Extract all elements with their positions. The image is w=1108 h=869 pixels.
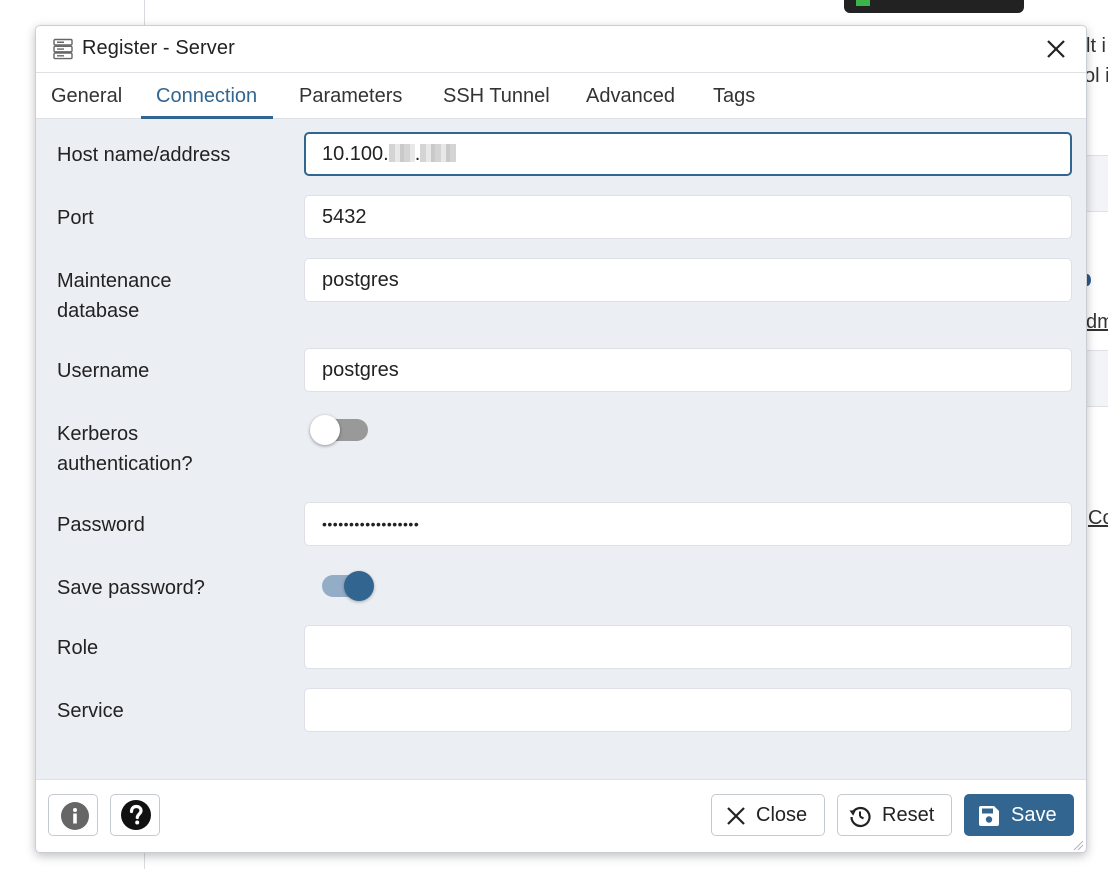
redacted-block: [420, 144, 457, 162]
resize-grip-icon[interactable]: [1072, 839, 1084, 851]
background-text-fragment: lt i: [1086, 35, 1106, 57]
reset-button[interactable]: Reset: [837, 794, 952, 836]
connection-form: Host name/address 10.100.. Port 5432 Mai…: [36, 119, 1086, 779]
username-label: Username: [57, 360, 150, 382]
tab-ssh-tunnel[interactable]: SSH Tunnel: [443, 73, 550, 118]
username-input[interactable]: postgres: [304, 348, 1072, 392]
dialog-titlebar: Register - Server: [36, 26, 1086, 73]
register-server-dialog: Register - Server General Connection Par…: [35, 25, 1087, 853]
maintenance-db-label-line1: Maintenance: [57, 270, 172, 292]
save-button[interactable]: Save: [964, 794, 1074, 836]
save-password-toggle[interactable]: [306, 564, 386, 608]
port-label: Port: [57, 207, 94, 229]
background-dark-button: [844, 0, 1024, 13]
save-password-label: Save password?: [57, 577, 205, 599]
tab-parameters[interactable]: Parameters: [299, 73, 402, 118]
kerberos-label-line2: authentication?: [57, 453, 193, 475]
host-input[interactable]: 10.100..: [304, 132, 1072, 176]
host-value: 10.100.: [322, 143, 389, 165]
close-icon[interactable]: [1044, 37, 1068, 61]
close-button-label: Close: [756, 804, 808, 826]
redacted-block: [388, 144, 415, 162]
close-button[interactable]: Close: [711, 794, 825, 836]
maintenance-db-input[interactable]: postgres: [304, 258, 1072, 302]
background-row: [1086, 155, 1108, 211]
tab-tags[interactable]: Tags: [713, 73, 755, 118]
background-text-fragment: ol i: [1084, 65, 1108, 87]
save-button-label: Save: [1011, 804, 1057, 826]
role-input[interactable]: [304, 625, 1072, 669]
kerberos-label-line1: Kerberos: [57, 423, 139, 445]
role-label: Role: [57, 637, 99, 659]
maintenance-db-label-line2: database: [57, 300, 140, 322]
reset-icon: [849, 806, 871, 828]
help-icon: [121, 800, 151, 830]
background-divider: [1086, 211, 1108, 212]
toggle-knob: [310, 415, 340, 445]
service-input[interactable]: [304, 688, 1072, 732]
tab-advanced[interactable]: Advanced: [586, 73, 675, 118]
save-icon: [979, 806, 999, 826]
password-value: ••••••••••••••••••: [322, 516, 420, 532]
service-label: Service: [57, 700, 124, 722]
background-link-fragment[interactable]: dm: [1086, 311, 1108, 334]
help-button[interactable]: [110, 794, 160, 836]
background-link-fragment[interactable]: Co: [1088, 507, 1108, 530]
close-x-icon: [727, 807, 745, 825]
info-button[interactable]: [48, 794, 98, 836]
password-input[interactable]: ••••••••••••••••••: [304, 502, 1072, 546]
background-divider: [1086, 406, 1108, 407]
background-divider: [1086, 350, 1108, 351]
info-icon: [61, 802, 89, 830]
host-label: Host name/address: [57, 144, 231, 166]
reset-button-label: Reset: [882, 804, 935, 826]
dialog-footer: Close Reset Save: [36, 779, 1086, 852]
tab-connection[interactable]: Connection: [140, 73, 274, 119]
background-row: [1086, 350, 1108, 406]
password-label: Password: [57, 514, 145, 536]
server-icon: [53, 38, 73, 60]
background-divider: [1086, 155, 1108, 156]
tab-general[interactable]: General: [51, 73, 122, 118]
dialog-title: Register - Server: [82, 37, 235, 59]
toggle-knob: [344, 571, 374, 601]
port-input[interactable]: 5432: [304, 195, 1072, 239]
kerberos-toggle[interactable]: [306, 408, 376, 452]
dialog-tabs: General Connection Parameters SSH Tunnel…: [36, 73, 1086, 119]
